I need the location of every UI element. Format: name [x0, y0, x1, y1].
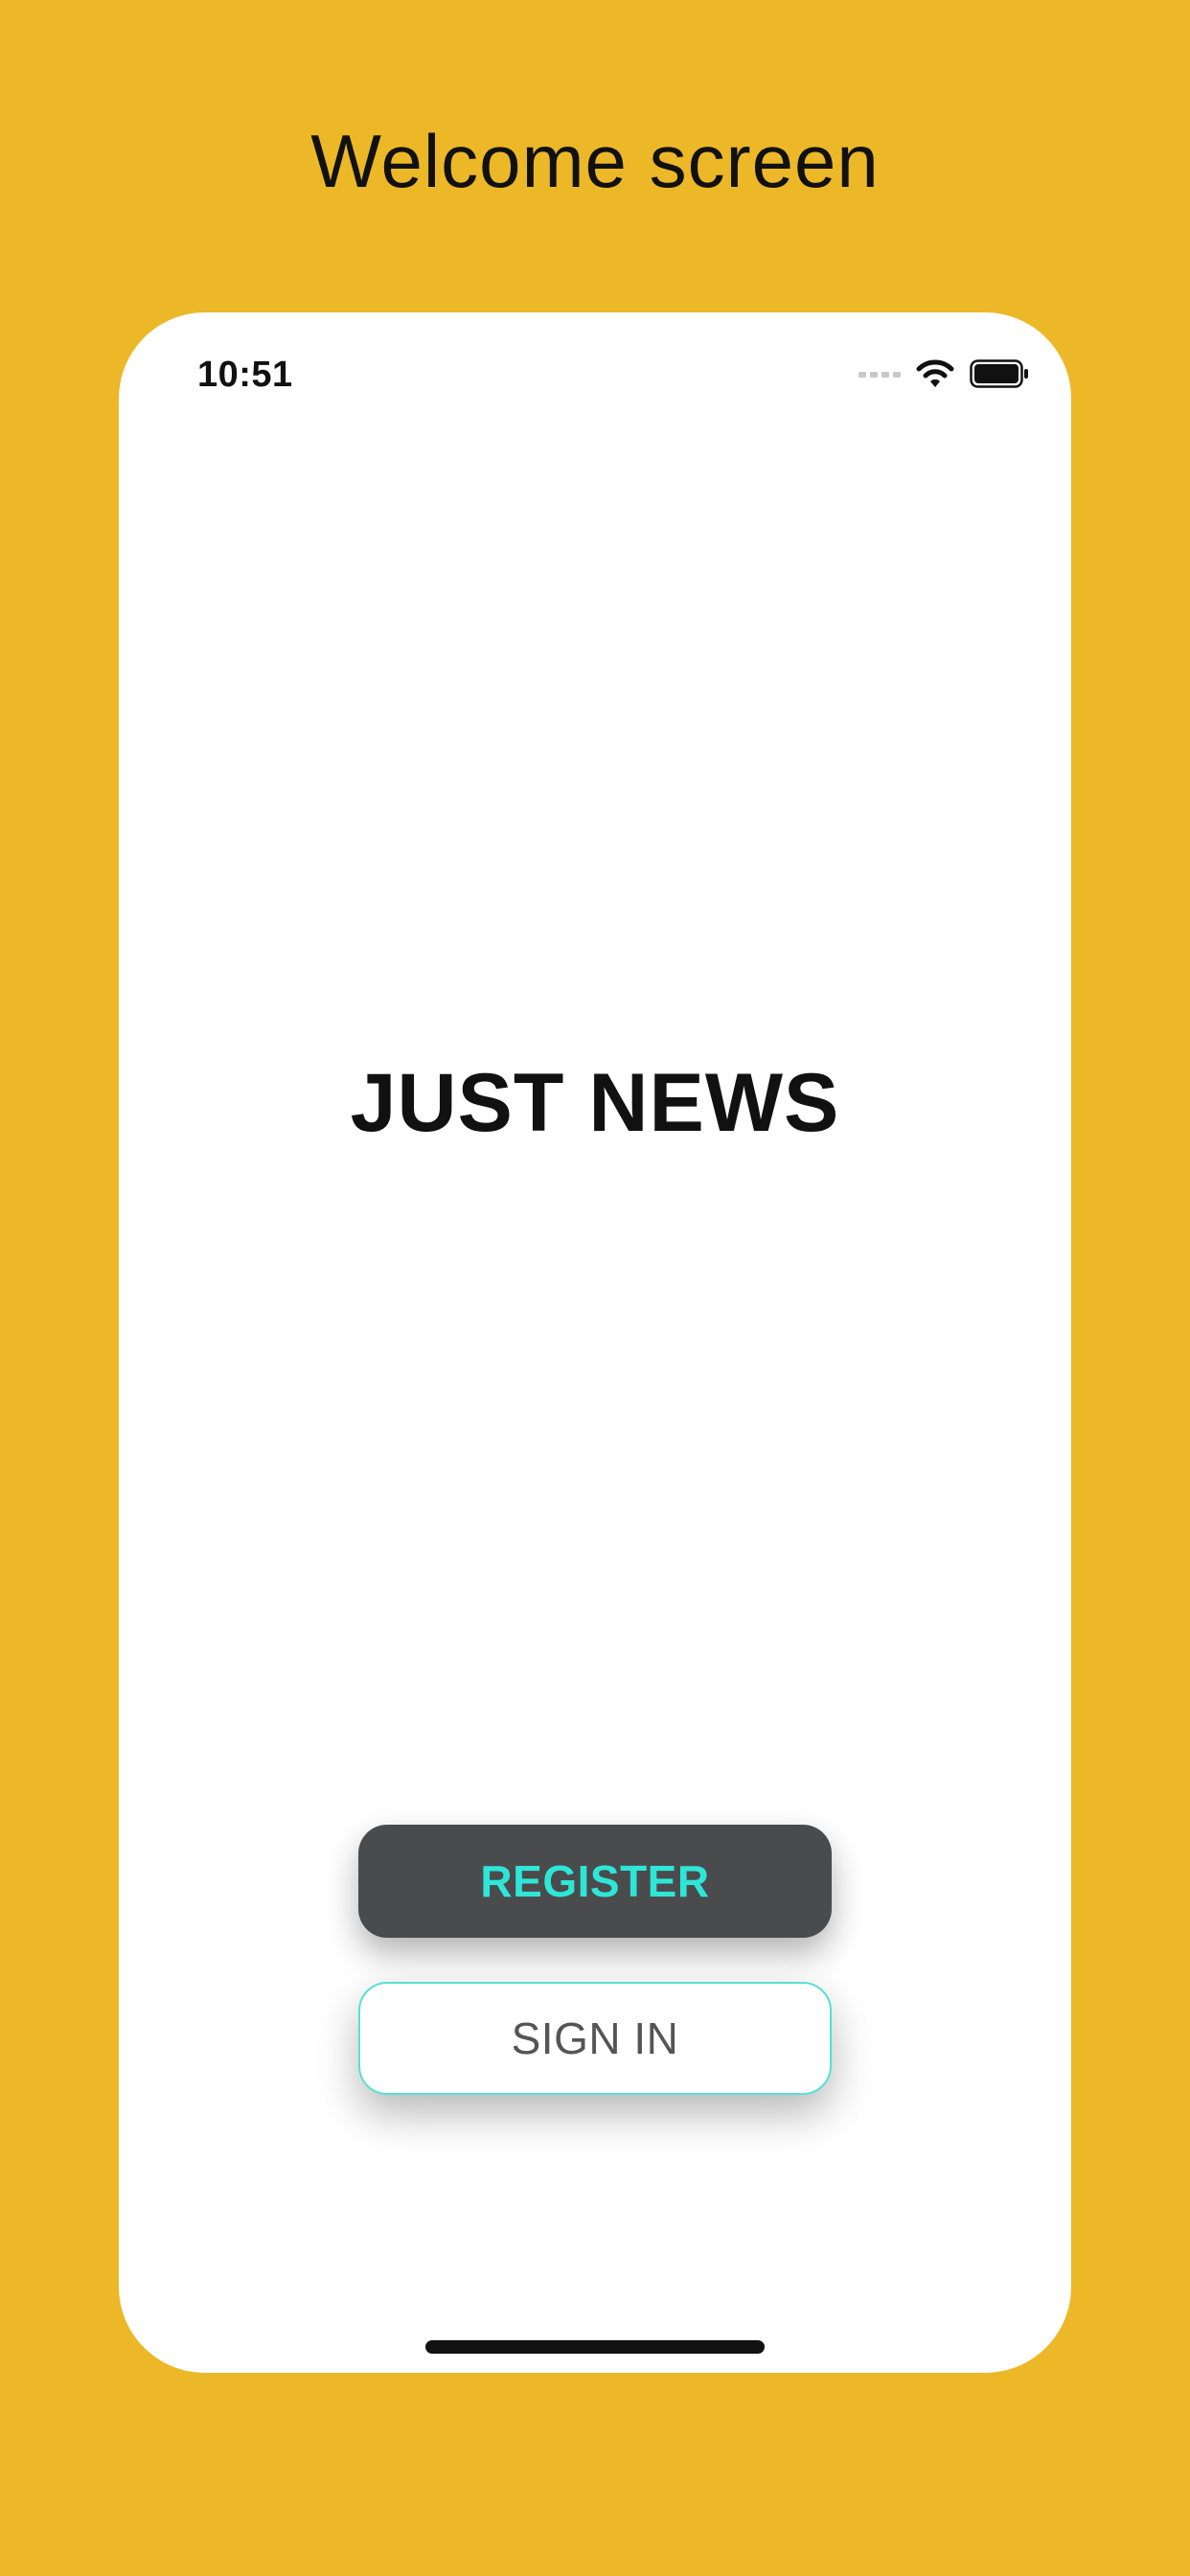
- battery-icon: [970, 359, 1029, 388]
- app-title: JUST NEWS: [350, 1057, 840, 1149]
- phone-screen: 10:51 JUST NEWS REGISTER SIGN IN: [119, 312, 1071, 2373]
- register-button[interactable]: REGISTER: [358, 1825, 832, 1938]
- wifi-icon: [916, 358, 954, 389]
- cellular-signal-icon: [858, 368, 901, 380]
- home-indicator[interactable]: [425, 2340, 765, 2354]
- sign-in-button[interactable]: SIGN IN: [358, 1982, 832, 2095]
- status-time: 10:51: [197, 355, 293, 395]
- status-icons: [858, 355, 1029, 393]
- page-title: Welcome screen: [310, 119, 880, 203]
